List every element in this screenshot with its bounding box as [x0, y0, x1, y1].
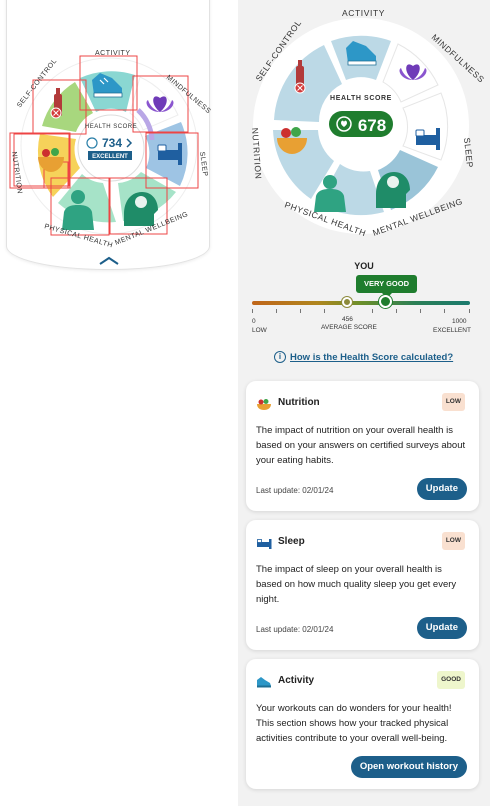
sleep-card-description: The impact of sleep on your overall heal… — [256, 564, 457, 605]
slider-tick — [252, 309, 253, 313]
slider-tick — [420, 309, 421, 313]
left-label-self-control: SELF-CONTROL — [16, 58, 58, 110]
slider-tick — [396, 309, 397, 313]
left-label-activity: ACTIVITY — [95, 50, 131, 57]
slider-tick — [372, 309, 373, 313]
left-rating-badge: EXCELLENT — [92, 154, 128, 160]
slider-tick — [276, 309, 277, 313]
right-health-score-label: HEALTH SCORE — [330, 95, 392, 102]
slider-min-value: 0 — [252, 318, 256, 325]
slider-tick — [444, 309, 445, 313]
activity-status-badge: GOOD — [437, 671, 465, 689]
activity-card: Activity GOOD Your workouts can do wonde… — [246, 659, 479, 789]
left-health-score-label: HEALTH SCORE — [85, 124, 137, 130]
left-label-sleep: SLEEP — [198, 151, 208, 177]
score-slider-track — [252, 301, 470, 305]
open-workout-history-button[interactable]: Open workout history — [350, 756, 467, 778]
you-label: YOU — [354, 261, 374, 271]
sleep-update-button[interactable]: Update — [416, 617, 467, 639]
nutrition-card-title: Nutrition — [278, 397, 320, 408]
nutrition-status-badge: LOW — [441, 393, 465, 411]
average-score-marker — [342, 297, 352, 307]
slider-tick — [300, 309, 301, 313]
right-label-sleep: SLEEP — [462, 137, 475, 168]
right-health-score-value: 678 — [358, 116, 386, 135]
slider-average-value: 456 — [342, 316, 353, 323]
slider-max-label: EXCELLENT — [433, 327, 471, 334]
chevron-up-icon[interactable] — [99, 256, 119, 265]
nutrition-card-description: The impact of nutrition on your overall … — [256, 425, 466, 466]
left-health-score-value: 734 — [102, 136, 122, 150]
sleep-card: Sleep LOW The impact of sleep on your ov… — [246, 520, 479, 650]
user-score-marker — [379, 295, 392, 308]
nutrition-card: Nutrition LOW The impact of nutrition on… — [246, 381, 479, 511]
health-score-info-link[interactable]: i How is the Health Score calculated? — [274, 351, 453, 363]
bottle-icon — [50, 88, 62, 119]
info-icon: i — [274, 351, 286, 363]
rating-badge: VERY GOOD — [356, 275, 418, 298]
slider-average-label: AVERAGE SCORE — [321, 324, 377, 331]
slider-tick — [324, 309, 325, 313]
slider-max-value: 1000 — [452, 318, 467, 325]
sleep-status-badge: LOW — [441, 532, 465, 550]
nutrition-last-update: Last update: 02/01/24 — [256, 486, 334, 495]
left-health-wheel: ACTIVITY MINDFULNESS SLEEP MENTAL WELLBE… — [9, 50, 212, 265]
sleep-card-title: Sleep — [278, 536, 305, 547]
right-health-panel: ACTIVITY MINDFULNESS SLEEP MENTAL WELLBE… — [238, 0, 490, 806]
sleep-last-update: Last update: 02/01/24 — [256, 625, 334, 634]
slider-min-label: LOW — [252, 327, 267, 334]
sneaker-icon — [257, 677, 271, 688]
activity-card-description: Your workouts can do wonders for your he… — [256, 703, 452, 744]
left-health-wheel-panel: ACTIVITY MINDFULNESS SLEEP MENTAL WELLBE… — [0, 0, 214, 278]
info-link-text: How is the Health Score calculated? — [290, 351, 454, 363]
bed-icon — [257, 539, 272, 549]
activity-card-title: Activity — [278, 675, 315, 686]
nutrition-update-button[interactable]: Update — [416, 478, 467, 500]
right-label-activity: ACTIVITY — [342, 8, 385, 18]
right-health-wheel: ACTIVITY MINDFULNESS SLEEP MENTAL WELLBE… — [250, 8, 487, 238]
slider-tick — [469, 309, 470, 313]
nutrition-icon — [257, 399, 271, 410]
